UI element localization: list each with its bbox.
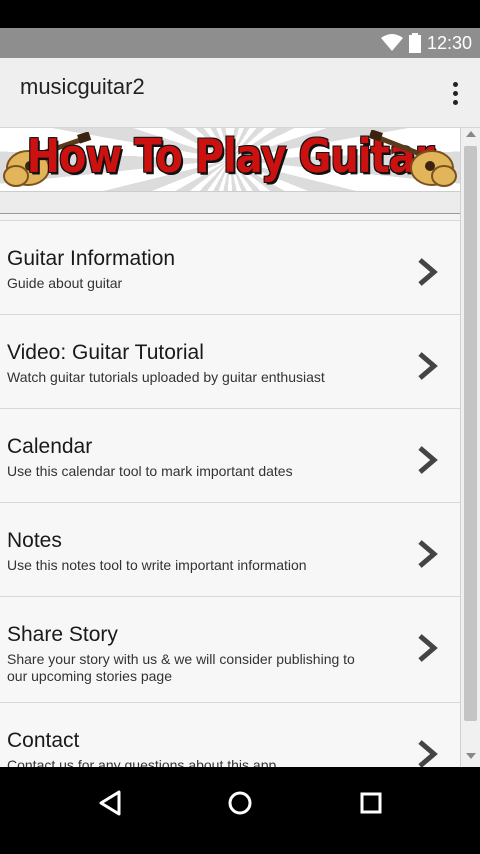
battery-icon [408, 33, 421, 53]
status-bar: 12:30 [0, 28, 480, 58]
chevron-right-icon [418, 634, 438, 662]
banner: How To Play Guitar [0, 128, 460, 192]
menu-item-title: Calendar [7, 435, 93, 458]
content-area[interactable]: How To Play Guitar Guitar Information Gu… [0, 128, 480, 767]
chevron-right-icon [418, 740, 438, 767]
menu-item-title: Notes [7, 529, 62, 552]
menu-item-video-tutorial[interactable]: Video: Guitar Tutorial Watch guitar tuto… [0, 314, 460, 408]
menu-list: Guitar Information Guide about guitar Vi… [0, 220, 460, 767]
app-bar: musicguitar2 [0, 58, 480, 128]
scroll-down-icon[interactable] [466, 753, 476, 759]
menu-item-calendar[interactable]: Calendar Use this calendar tool to mark … [0, 408, 460, 502]
guitar-right-icon [368, 130, 457, 187]
menu-item-share-story[interactable]: Share Story Share your story with us & w… [0, 596, 460, 702]
menu-item-description: Contact us for any questions about this … [7, 757, 277, 767]
menu-item-title: Share Story [7, 623, 118, 646]
menu-item-title: Video: Guitar Tutorial [7, 341, 204, 364]
recents-icon[interactable] [351, 783, 391, 823]
status-time: 12:30 [426, 32, 472, 53]
scroll-up-icon[interactable] [466, 131, 476, 137]
chevron-right-icon [418, 352, 438, 380]
chevron-right-icon [418, 540, 438, 568]
back-icon[interactable] [90, 783, 130, 823]
menu-item-description: Watch guitar tutorials uploaded by guita… [7, 369, 325, 385]
scroll-thumb[interactable] [464, 146, 477, 721]
banner-divider [0, 192, 460, 214]
menu-item-description: Guide about guitar [7, 275, 123, 291]
menu-item-contact[interactable]: Contact Contact us for any questions abo… [0, 702, 460, 767]
navigation-bar [0, 767, 480, 854]
more-vertical-icon[interactable] [444, 78, 466, 108]
chevron-right-icon [418, 446, 438, 474]
menu-item-notes[interactable]: Notes Use this notes tool to write impor… [0, 502, 460, 596]
menu-item-description: Share your story with us & we will consi… [7, 651, 355, 684]
chevron-right-icon [418, 258, 438, 286]
home-icon[interactable] [220, 783, 260, 823]
menu-item-title: Contact [7, 729, 80, 752]
scrollbar[interactable] [460, 128, 480, 767]
status-icons: 12:30 [380, 28, 472, 58]
menu-item-guitar-information[interactable]: Guitar Information Guide about guitar [0, 220, 460, 314]
menu-item-description: Use this notes tool to write important i… [7, 557, 307, 573]
menu-item-description: Use this calendar tool to mark important… [7, 463, 293, 479]
top-black-strip [0, 0, 480, 28]
menu-item-title: Guitar Information [7, 247, 176, 270]
app-title: musicguitar2 [20, 74, 145, 99]
wifi-icon [380, 34, 403, 51]
